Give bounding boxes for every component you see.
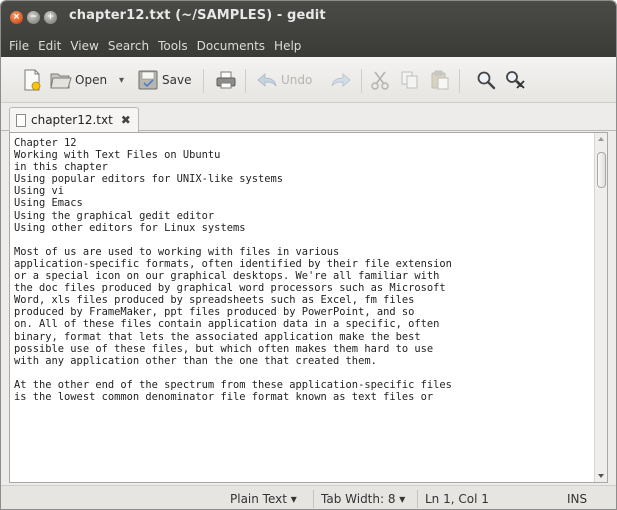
text-line[interactable]: Word, xls files produced by spreadsheets… — [14, 294, 594, 306]
toolbar: Open ▾ Save Undo — [1, 57, 616, 103]
menu-tools[interactable]: Tools — [158, 35, 188, 57]
text-line[interactable] — [14, 367, 594, 379]
toolbar-separator — [245, 69, 246, 93]
open-button-label: Open — [75, 73, 108, 87]
paste-button[interactable] — [429, 66, 451, 94]
status-bar: Plain Text ▾ Tab Width: 8 ▾ Ln 1, Col 1 … — [1, 485, 616, 509]
tab-width-selector[interactable]: Tab Width: 8 ▾ — [321, 491, 405, 507]
insert-mode: INS — [567, 492, 588, 506]
text-line[interactable]: the doc files produced by graphical word… — [14, 282, 594, 294]
close-icon: × — [12, 12, 21, 22]
maximize-icon: + — [46, 12, 55, 22]
language-selector[interactable]: Plain Text ▾ — [230, 491, 297, 507]
scroll-thumb[interactable] — [597, 152, 606, 188]
text-line[interactable]: Using popular editors for UNIX-like syst… — [14, 173, 594, 185]
text-line[interactable]: possible use of these files, but which o… — [14, 343, 594, 355]
menu-documents[interactable]: Documents — [197, 35, 265, 57]
cursor-position: Ln 1, Col 1 — [425, 492, 489, 506]
text-line[interactable]: produced by FrameMaker, ppt files produc… — [14, 306, 594, 318]
undo-icon — [257, 73, 277, 87]
statusbar-separator — [417, 490, 418, 508]
vertical-scrollbar[interactable] — [594, 133, 607, 482]
find-icon — [477, 71, 496, 90]
statusbar-separator — [313, 490, 314, 508]
print-icon — [216, 71, 236, 89]
text-line[interactable]: or a special icon on our graphical deskt… — [14, 270, 594, 282]
document-text[interactable]: Chapter 12 Working with Text Files on Ubu… — [14, 137, 594, 403]
text-line[interactable]: Using vi — [14, 185, 594, 197]
menu-edit[interactable]: Edit — [38, 35, 61, 57]
menu-view[interactable]: View — [70, 35, 98, 57]
window-maximize-button[interactable]: + — [44, 11, 57, 24]
text-line[interactable]: Using Emacs — [14, 197, 594, 209]
open-folder-icon — [50, 73, 72, 89]
title-bar: × − + chapter12.txt (~/SAMPLES) - gedit … — [1, 1, 616, 57]
text-line[interactable]: Chapter 12 — [14, 137, 594, 149]
menu-search[interactable]: Search — [108, 35, 149, 57]
text-line[interactable]: application-specific formats, often iden… — [14, 258, 594, 270]
minimize-icon: − — [29, 12, 38, 22]
text-document-icon — [16, 113, 26, 127]
chevron-down-icon: ▾ — [119, 74, 125, 86]
text-line[interactable]: in this chapter — [14, 161, 594, 173]
text-line[interactable]: on. All of these files contain applicati… — [14, 318, 594, 330]
text-line[interactable]: Using other editors for Linux systems — [14, 222, 594, 234]
toolbar-separator — [459, 69, 460, 93]
tab-close-icon[interactable]: ✖ — [121, 113, 131, 127]
open-button[interactable]: Open — [49, 66, 107, 94]
tab-chapter12[interactable]: chapter12.txt ✖ — [9, 107, 139, 132]
new-document-icon — [24, 69, 41, 91]
window-minimize-button[interactable]: − — [27, 11, 40, 24]
redo-button[interactable] — [329, 66, 353, 94]
text-line[interactable]: binary, format that lets the associated … — [14, 331, 594, 343]
text-line[interactable]: At the other end of the spectrum from th… — [14, 379, 594, 391]
print-button[interactable] — [215, 66, 237, 94]
redo-icon — [331, 73, 351, 87]
text-line[interactable]: is the lowest common denominator file fo… — [14, 391, 594, 403]
scroll-down-icon[interactable] — [598, 474, 604, 478]
cut-icon — [371, 71, 389, 90]
text-line[interactable]: with any application other than the one … — [14, 355, 594, 367]
text-line[interactable]: Most of us are used to working with file… — [14, 246, 594, 258]
scroll-up-icon[interactable] — [598, 137, 604, 141]
document-tab-bar: chapter12.txt ✖ — [1, 104, 616, 132]
find-replace-button[interactable] — [503, 66, 527, 94]
copy-icon — [401, 71, 418, 89]
undo-button[interactable]: Undo — [255, 66, 312, 94]
copy-button[interactable] — [399, 66, 421, 94]
open-dropdown-button[interactable]: ▾ — [119, 66, 124, 94]
menu-file[interactable]: File — [9, 35, 29, 57]
find-button[interactable] — [475, 66, 497, 94]
menu-help[interactable]: Help — [274, 35, 301, 57]
paste-icon — [431, 70, 449, 90]
undo-button-label: Undo — [281, 73, 313, 87]
save-button-label: Save — [162, 73, 192, 87]
tab-label: chapter12.txt — [31, 113, 113, 127]
menu-bar: File Edit View Search Tools Documents He… — [1, 35, 310, 57]
toolbar-separator — [203, 69, 204, 93]
save-button[interactable]: Save — [137, 66, 191, 94]
find-replace-icon — [506, 71, 525, 89]
toolbar-separator — [361, 69, 362, 93]
gedit-window: × − + chapter12.txt (~/SAMPLES) - gedit … — [0, 0, 617, 510]
text-line[interactable]: Working with Text Files on Ubuntu — [14, 149, 594, 161]
save-icon — [138, 70, 158, 90]
cut-button[interactable] — [369, 66, 391, 94]
text-line[interactable] — [14, 234, 594, 246]
text-editor[interactable]: Chapter 12 Working with Text Files on Ubu… — [9, 132, 608, 483]
window-title: chapter12.txt (~/SAMPLES) - gedit — [69, 8, 326, 23]
window-close-button[interactable]: × — [10, 11, 23, 24]
text-line[interactable]: Using the graphical gedit editor — [14, 210, 594, 222]
new-button[interactable] — [21, 66, 43, 94]
